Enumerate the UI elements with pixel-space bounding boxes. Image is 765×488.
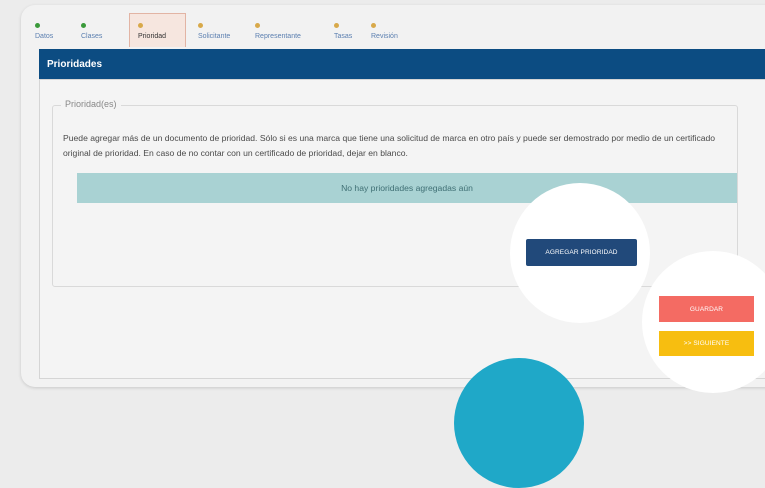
complete-status-icon — [81, 22, 86, 28]
step-label: Prioridad — [138, 33, 167, 40]
step-clases[interactable]: Clases — [81, 13, 129, 47]
pending-status-icon — [371, 22, 376, 28]
step-datos[interactable]: Datos — [35, 13, 81, 47]
pending-status-icon — [138, 23, 143, 28]
step-label: Clases — [81, 32, 103, 40]
pending-status-icon — [334, 22, 339, 28]
add-priority-button[interactable]: AGREGAR PRIORIDAD — [526, 239, 637, 266]
step-representante[interactable]: Representante — [243, 13, 322, 47]
empty-priorities-message: No hay prioridades agregadas aún — [77, 173, 737, 203]
decorative-circle — [454, 358, 584, 488]
save-button[interactable]: GUARDAR — [659, 296, 754, 322]
step-label: Representante — [255, 32, 301, 40]
pending-status-icon — [198, 22, 203, 28]
step-label: Revisión — [371, 32, 398, 40]
complete-status-icon — [35, 22, 40, 28]
step-label: Solicitante — [198, 32, 231, 40]
step-tasas[interactable]: Tasas — [322, 13, 359, 47]
step-revision[interactable]: Revisión — [359, 13, 409, 47]
step-label: Tasas — [334, 32, 353, 40]
priorities-description: Puede agregar más de un documento de pri… — [63, 133, 716, 158]
step-label: Datos — [35, 32, 54, 40]
step-prioridad[interactable]: Prioridad — [129, 13, 186, 47]
next-button[interactable]: >> SIGUIENTE — [659, 331, 754, 356]
stepper: Datos Clases Prioridad Solicitante Repre… — [35, 13, 409, 47]
section-title: Prioridades — [39, 49, 765, 79]
pending-status-icon — [255, 22, 260, 28]
step-solicitante[interactable]: Solicitante — [186, 13, 243, 47]
fieldset-legend: Prioridad(es) — [61, 99, 121, 109]
